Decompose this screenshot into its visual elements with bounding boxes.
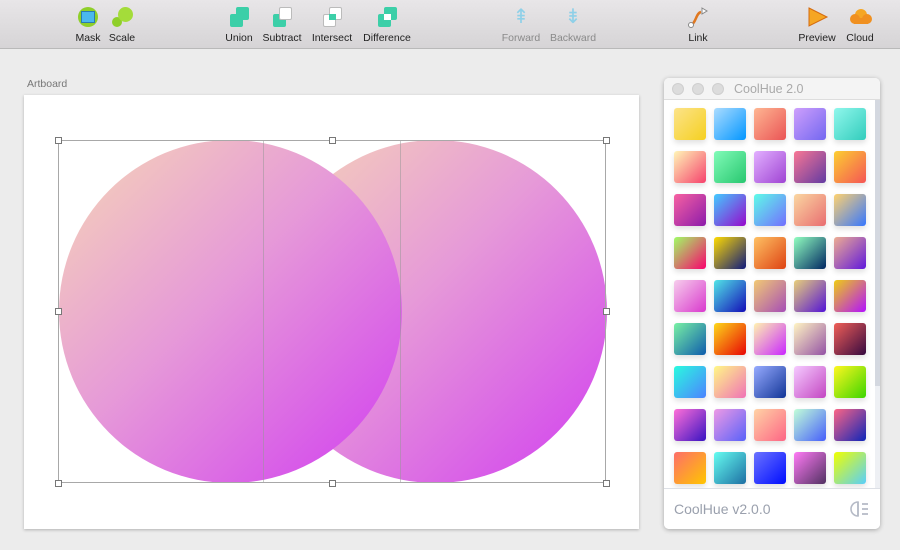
gradient-swatch[interactable] <box>834 366 866 398</box>
gradient-swatch[interactable] <box>714 108 746 140</box>
scale-icon <box>110 5 134 29</box>
gradient-swatch[interactable] <box>754 409 786 441</box>
gradient-swatch[interactable] <box>794 108 826 140</box>
intersect-label: Intersect <box>311 32 353 44</box>
gradient-swatch[interactable] <box>674 452 706 484</box>
gradient-swatch[interactable] <box>754 280 786 312</box>
gradient-swatch[interactable] <box>754 108 786 140</box>
gradient-swatch[interactable] <box>754 323 786 355</box>
gradient-swatch[interactable] <box>714 409 746 441</box>
link-icon <box>686 5 710 29</box>
gradient-swatch[interactable] <box>834 323 866 355</box>
union-icon <box>227 5 251 29</box>
coolhue-panel: CoolHue 2.0 CoolHue v2.0.0 <box>664 78 880 529</box>
gradient-swatch[interactable] <box>754 194 786 226</box>
gradient-swatch[interactable] <box>754 237 786 269</box>
resize-handle[interactable] <box>603 308 610 315</box>
gradient-swatch[interactable] <box>794 151 826 183</box>
gradient-swatch[interactable] <box>674 366 706 398</box>
selection-box <box>58 140 606 483</box>
minimize-button[interactable] <box>692 83 704 95</box>
bring-forward-icon: ⇞ <box>512 6 530 28</box>
gradient-swatch[interactable] <box>674 237 706 269</box>
gradient-swatch[interactable] <box>714 366 746 398</box>
panel-titlebar: CoolHue 2.0 <box>664 78 880 100</box>
cloud-icon <box>848 5 872 29</box>
close-button[interactable] <box>672 83 684 95</box>
gradient-swatch[interactable] <box>714 452 746 484</box>
gradient-swatch[interactable] <box>674 280 706 312</box>
artboard-label: Artboard <box>27 78 68 90</box>
gradient-swatch[interactable] <box>834 108 866 140</box>
gradient-swatch[interactable] <box>794 237 826 269</box>
gradient-swatch[interactable] <box>834 409 866 441</box>
resize-handle[interactable] <box>55 308 62 315</box>
union-label: Union <box>225 32 253 44</box>
gradient-swatch[interactable] <box>794 280 826 312</box>
gradient-swatch[interactable] <box>794 366 826 398</box>
version-label: CoolHue v2.0.0 <box>674 501 771 517</box>
gradient-swatch[interactable] <box>714 323 746 355</box>
gradient-swatch[interactable] <box>714 280 746 312</box>
gradient-swatch[interactable] <box>674 409 706 441</box>
gradient-swatch[interactable] <box>754 366 786 398</box>
backward-button[interactable]: ⇟ Backward <box>543 5 603 44</box>
gradient-swatch[interactable] <box>714 237 746 269</box>
intersect-icon <box>320 5 344 29</box>
gradient-swatch[interactable] <box>794 194 826 226</box>
toolbar: Mask Scale Union Subtract Intersect Diff… <box>0 0 900 49</box>
difference-icon <box>375 5 399 29</box>
preview-icon <box>805 5 829 29</box>
gradient-swatch[interactable] <box>794 452 826 484</box>
gradient-swatch[interactable] <box>714 151 746 183</box>
backward-label: Backward <box>549 32 597 44</box>
gradient-swatch[interactable] <box>834 194 866 226</box>
resize-handle[interactable] <box>55 137 62 144</box>
subtract-icon <box>270 5 294 29</box>
difference-button[interactable]: Difference <box>357 5 417 44</box>
gradient-swatch[interactable] <box>754 151 786 183</box>
gradient-swatch[interactable] <box>714 194 746 226</box>
resize-handle[interactable] <box>55 480 62 487</box>
scrollbar-thumb[interactable] <box>875 100 880 386</box>
panel-footer: CoolHue v2.0.0 <box>664 488 880 529</box>
cloud-label: Cloud <box>846 32 874 44</box>
intersect-button[interactable]: Intersect <box>302 5 362 44</box>
gradient-swatch[interactable] <box>794 409 826 441</box>
gradient-swatch[interactable] <box>674 151 706 183</box>
cloud-button[interactable]: Cloud <box>830 5 890 44</box>
theme-toggle-icon[interactable] <box>850 500 870 518</box>
artboard[interactable] <box>24 95 639 529</box>
gradient-swatch[interactable] <box>674 323 706 355</box>
zoom-button[interactable] <box>712 83 724 95</box>
gradient-swatch[interactable] <box>674 194 706 226</box>
link-label: Link <box>688 32 708 44</box>
resize-handle[interactable] <box>603 137 610 144</box>
gradient-swatch[interactable] <box>834 280 866 312</box>
scale-button[interactable]: Scale <box>92 5 152 44</box>
gradient-swatch[interactable] <box>834 237 866 269</box>
resize-handle[interactable] <box>329 137 336 144</box>
resize-handle[interactable] <box>603 480 610 487</box>
gradient-swatch[interactable] <box>754 452 786 484</box>
subtract-label: Subtract <box>262 32 302 44</box>
gradient-swatch[interactable] <box>834 151 866 183</box>
difference-label: Difference <box>363 32 411 44</box>
link-button[interactable]: Link <box>668 5 728 44</box>
gradient-swatch[interactable] <box>794 323 826 355</box>
forward-label: Forward <box>501 32 541 44</box>
scale-label: Scale <box>108 32 136 44</box>
forward-button[interactable]: ⇞ Forward <box>491 5 551 44</box>
gradient-swatch[interactable] <box>674 108 706 140</box>
panel-title: CoolHue 2.0 <box>734 82 804 96</box>
resize-handle[interactable] <box>329 480 336 487</box>
gradient-swatch[interactable] <box>834 452 866 484</box>
send-backward-icon: ⇟ <box>564 6 582 28</box>
